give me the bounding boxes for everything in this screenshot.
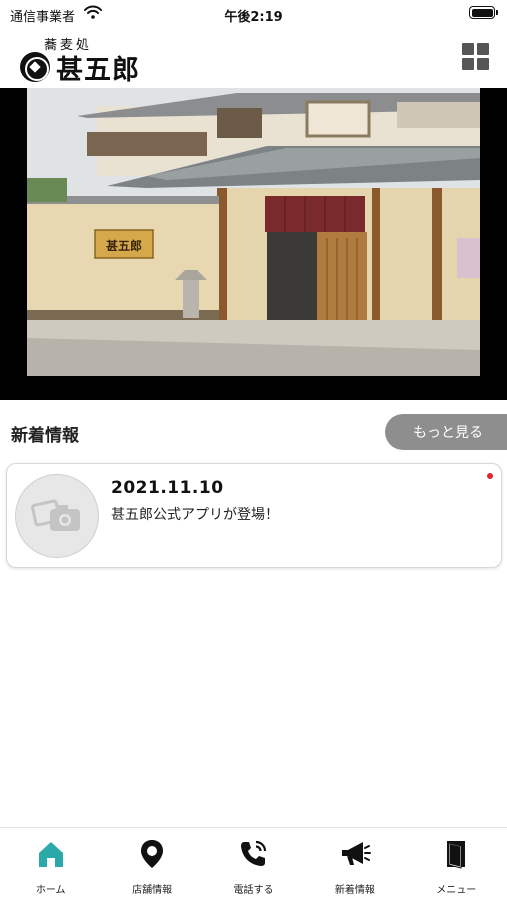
tab-label-menu: メニュー [436,885,477,896]
news-list-item[interactable]: 2021.11.10 甚五郎公式アプリが登場！ [6,463,502,568]
tab-store-info[interactable]: 店舗情報 [101,828,202,900]
news-thumbnail [15,474,99,558]
map-pin-icon [141,840,164,868]
unread-badge [487,473,493,479]
tab-label-news: 新着情報 [334,885,375,896]
bottom-tab-bar: ホーム 店舗情報 電話する 新着情報 メニュー [0,827,507,900]
megaphone-icon [341,842,371,865]
tab-label-store-info: 店舗情報 [132,885,173,896]
grid-icon[interactable] [462,43,489,70]
tab-news[interactable]: 新着情報 [304,828,405,900]
tab-label-home: ホーム [35,885,66,896]
tab-home[interactable]: ホーム [0,828,101,900]
tab-label-call: 電話する [233,885,274,896]
battery-icon [469,6,498,19]
news-headline: 甚五郎公式アプリが登場！ [111,507,279,523]
tab-call[interactable]: 電話する [203,828,304,900]
news-date: 2021.11.10 [111,478,224,498]
camera-placeholder-icon [31,499,80,531]
logo-title: 甚五郎 [56,55,140,86]
status-time: 午後2:19 [224,10,283,25]
phone-icon [241,840,267,866]
book-icon [447,841,466,869]
hero-image: 甚五郎 [0,88,507,400]
app-header: 蕎麦処 甚五郎 [0,28,507,88]
tab-menu[interactable]: メニュー [406,828,507,900]
storefront-photo: 甚五郎 [27,88,480,376]
home-icon [38,842,63,867]
signboard-text: 甚五郎 [106,238,142,253]
status-bar: 通信事業者 午後2:19 [0,0,507,28]
news-section-title: 新着情報 [11,426,79,446]
see-more-button[interactable]: もっと見る [385,414,507,450]
family-crest-icon [20,52,50,82]
shop-logo[interactable]: 蕎麦処 甚五郎 [18,32,148,86]
